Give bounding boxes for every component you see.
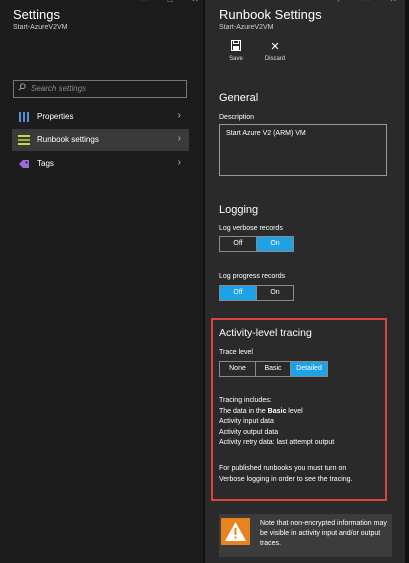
tracing-line-retry: Activity retry data: last attempt output (219, 439, 335, 446)
left-window-controls[interactable]: — □ ✕ (140, 0, 207, 5)
chevron-right-icon: › (177, 157, 181, 168)
right-window-controls[interactable]: ↗ — ✕ (336, 0, 405, 5)
warning-text: Note that non-encrypted information may … (260, 520, 387, 547)
discard-label: Discard (264, 56, 286, 62)
tracing-line1-bold: Basic (267, 407, 287, 415)
tracing-heading: Activity-level tracing (219, 327, 312, 339)
nav-item-runbook-settings[interactable]: Runbook settings › (12, 129, 189, 151)
tracing-note-line2: Verbose logging in order to see the trac… (219, 475, 353, 483)
settings-subtitle: Start-AzureV2VM (13, 24, 68, 31)
discard-icon: ✕ (270, 41, 280, 53)
tracing-line-input: Activity input data (219, 418, 274, 425)
logging-heading: Logging (219, 204, 259, 216)
list-icon (18, 135, 30, 145)
nav-item-properties[interactable]: Properties › (12, 106, 189, 128)
chevron-right-icon: › (177, 110, 181, 121)
tracing-line1-prefix: The data in the (219, 407, 268, 415)
warning-banner: Note that non-encrypted information may … (219, 514, 392, 557)
chevron-right-icon: › (177, 133, 181, 144)
trace-level-label: Trace level (219, 349, 253, 356)
runbook-settings-title: Runbook Settings (219, 7, 322, 22)
log-progress-label: Log progress records (219, 273, 286, 280)
log-verbose-label: Log verbose records (219, 225, 283, 232)
search-settings-input[interactable]: Search settings (13, 80, 187, 98)
description-field[interactable]: Start Azure V2 (ARM) VM (219, 124, 387, 176)
description-label: Description (219, 114, 255, 121)
blade-edge (405, 0, 409, 563)
save-label: Save (229, 56, 243, 62)
bars-icon (19, 112, 29, 122)
tracing-line-output: Activity output data (219, 428, 279, 436)
nav-label-properties: Properties (37, 112, 74, 121)
trace-level-selector[interactable]: None Basic Detailed (219, 361, 328, 377)
tracing-line1-suffix: level (286, 407, 303, 415)
tracing-includes-title: Tracing includes: (219, 397, 272, 404)
search-icon (18, 83, 26, 91)
settings-title: Settings (13, 7, 60, 22)
runbook-settings-subtitle: Start-AzureV2VM (219, 24, 274, 31)
tracing-note-line1: For published runbooks you must turn on (219, 465, 347, 472)
nav-item-tags[interactable]: Tags › (12, 153, 189, 175)
warning-icon (221, 518, 250, 545)
trace-level-basic[interactable]: Basic (255, 362, 290, 376)
nav-label-runbook-settings: Runbook settings (37, 135, 99, 144)
tag-icon (19, 160, 29, 168)
trace-level-none[interactable]: None (220, 362, 255, 376)
log-progress-on[interactable]: On (256, 286, 293, 300)
save-button[interactable]: Save (221, 40, 251, 62)
save-icon (221, 40, 251, 54)
discard-button[interactable]: ✕ Discard (260, 40, 290, 62)
log-verbose-on[interactable]: On (256, 237, 293, 251)
description-value: Start Azure V2 (ARM) VM (226, 130, 306, 137)
tracing-note: For published runbooks you must turn on … (219, 464, 352, 485)
tracing-includes-list: Tracing includes: The data in the Basic … (219, 396, 334, 449)
search-placeholder: Search settings (31, 84, 87, 93)
nav-label-tags: Tags (37, 159, 54, 168)
log-progress-toggle[interactable]: Off On (219, 285, 294, 301)
tracing-line-basic: The data in the Basic level (219, 407, 334, 418)
general-heading: General (219, 92, 259, 104)
log-verbose-off[interactable]: Off (220, 237, 256, 251)
log-verbose-toggle[interactable]: Off On (219, 236, 294, 252)
log-progress-off[interactable]: Off (220, 286, 256, 300)
trace-level-detailed[interactable]: Detailed (290, 362, 327, 376)
